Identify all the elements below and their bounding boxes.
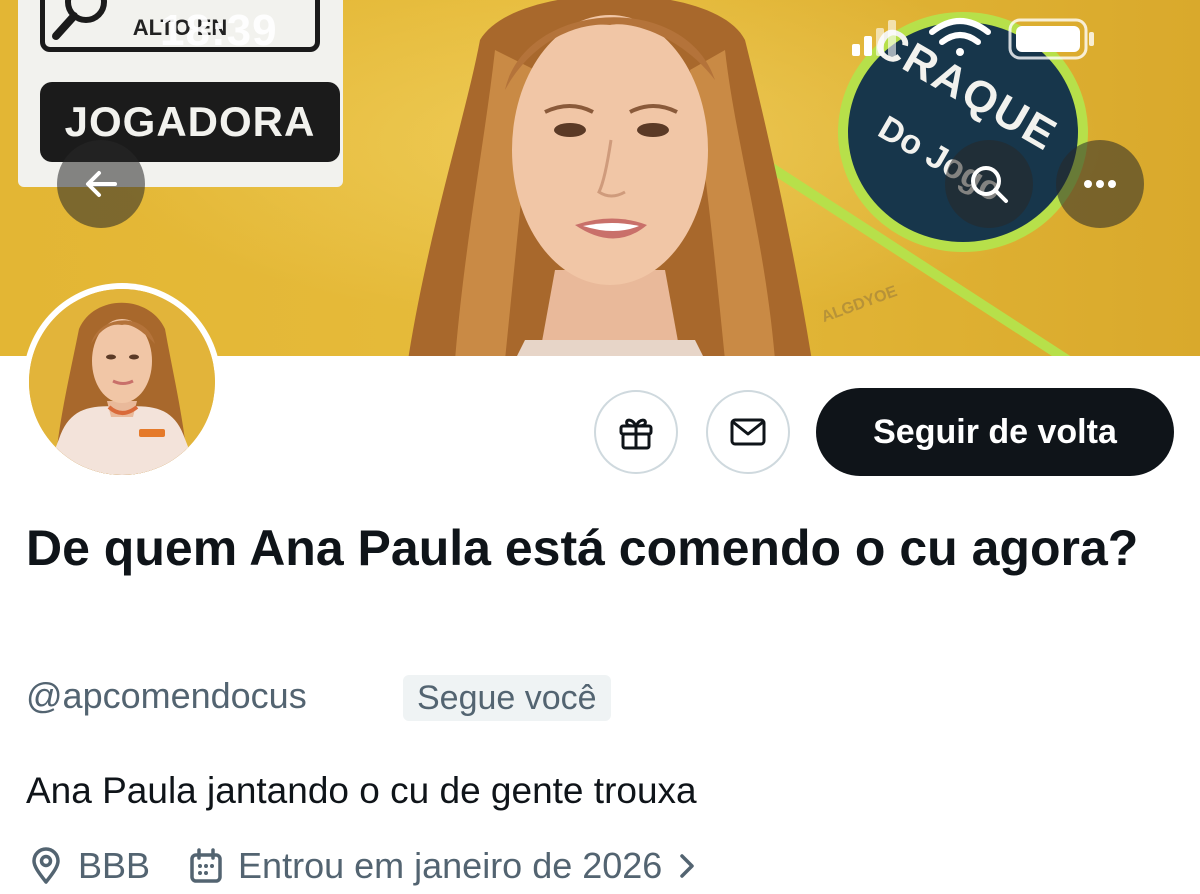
avatar-portrait bbox=[29, 289, 215, 475]
profile-meta: BBB Entrou em janeiro de 2026 bbox=[26, 842, 702, 890]
profile-joined-date[interactable]: Entrou em janeiro de 2026 bbox=[238, 845, 662, 887]
more-options-button[interactable] bbox=[1056, 140, 1144, 228]
profile-bio: Ana Paula jantando o cu de gente trouxa bbox=[26, 770, 697, 811]
search-icon bbox=[971, 166, 1008, 203]
message-button[interactable] bbox=[706, 390, 790, 474]
avatar[interactable] bbox=[23, 283, 221, 481]
follows-you-badge: Segue você bbox=[403, 675, 611, 721]
status-time: 18:39 bbox=[160, 6, 278, 55]
arrow-left-icon bbox=[86, 171, 117, 197]
gift-button[interactable] bbox=[594, 390, 678, 474]
envelope-icon bbox=[730, 418, 766, 446]
battery-icon bbox=[1008, 18, 1094, 60]
avatar-image bbox=[29, 289, 215, 475]
gift-icon bbox=[619, 418, 653, 450]
search-button[interactable] bbox=[945, 140, 1033, 228]
cellular-signal-icon bbox=[852, 20, 896, 56]
magnifier-icon bbox=[52, 0, 107, 40]
status-icons bbox=[852, 18, 1094, 60]
display-name: De quem Ana Paula está comendo o cu agor… bbox=[26, 520, 1139, 576]
follow-back-button[interactable]: Seguir de volta bbox=[816, 388, 1174, 476]
back-button[interactable] bbox=[57, 140, 145, 228]
calendar-icon bbox=[190, 848, 222, 883]
location-pin-icon bbox=[32, 847, 60, 884]
sign-bottom-text: JOGADORA bbox=[64, 98, 316, 145]
wifi-icon bbox=[929, 18, 991, 56]
more-horizontal-icon bbox=[1084, 180, 1116, 188]
profile-location: BBB bbox=[78, 845, 151, 886]
chevron-right-icon[interactable] bbox=[672, 846, 702, 886]
banner-portrait bbox=[408, 0, 812, 356]
profile-handle: @apcomendocus bbox=[26, 675, 307, 716]
